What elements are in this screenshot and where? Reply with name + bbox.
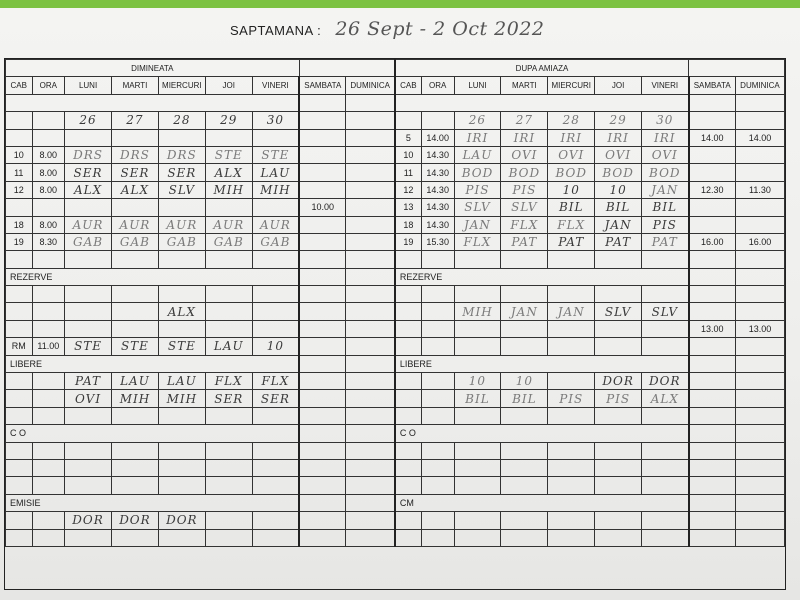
spacer-row (5, 93, 786, 113)
table-row: 18 8.00 AUR AUR AUR AUR AUR 18 14.30 JAN… (5, 215, 786, 234)
co-header-row: C O C O (5, 424, 786, 443)
rezerve-label: REZERVE (5, 267, 300, 287)
col-vineri: VINERI (251, 76, 300, 95)
date-cell-pm: 26 (453, 111, 502, 130)
table-row: 19 8.30 GAB GAB GAB GAB GAB 19 15.30 FLX… (5, 232, 786, 252)
libere-label: LIBERE (5, 354, 300, 374)
column-header-row: CAB ORA LUNI MARTI MIERCURI JOI VINERI S… (5, 76, 786, 95)
schedule-sheet: DIMINEATA DUPA AMIAZA CAB ORA LUNI MARTI… (4, 58, 786, 590)
table-row: DOR DOR DOR (5, 511, 786, 530)
emisie-label: EMISIE (5, 493, 300, 513)
co-label: C O (5, 424, 300, 443)
table-row: 10 8.00 DRS DRS DRS STE STE 10 14.30 LAU… (5, 145, 786, 165)
col-duminica: DUMINICA (345, 76, 396, 95)
col-luni-pm: LUNI (453, 76, 502, 95)
libere-header-row: LIBERE LIBERE (5, 354, 786, 374)
col-sambata: SAMBATA (298, 76, 347, 95)
emisie-cm-header-row: EMISIE CM (5, 493, 786, 513)
col-cab: CAB (5, 76, 33, 95)
col-marti-pm: MARTI (500, 76, 549, 95)
schedule-page: SAPTAMANA : 26 Sept - 2 Oct 2022 DIMINEA… (0, 0, 800, 600)
col-miercuri-pm: MIERCURI (547, 76, 596, 95)
col-ora-pm: ORA (420, 76, 455, 95)
date-cell: 26 (64, 111, 112, 130)
col-miercuri: MIERCURI (157, 76, 206, 95)
table-row: 11 8.00 SER SER SER ALX LAU 11 14.30 BOD… (5, 163, 786, 182)
date-cell-pm: 27 (500, 111, 549, 130)
col-sambata-pm: SAMBATA (687, 76, 736, 95)
table-row: ALX MIH JAN JAN SLV SLV (5, 302, 786, 321)
date-cell: 28 (157, 111, 206, 130)
afternoon-section-title: DUPA AMIAZA (393, 58, 690, 78)
col-joi: JOI (204, 76, 253, 95)
title-week-handwritten: 26 Sept - 2 Oct 2022 (335, 18, 545, 40)
table-row: 10.00 13 14.30 SLV SLV BIL BIL BIL (5, 198, 786, 217)
table-row: 5 14.00 IRI IRI IRI IRI IRI 14.00 14.00 (5, 128, 786, 147)
page-title: SAPTAMANA : 26 Sept - 2 Oct 2022 (230, 18, 545, 40)
table-row: RM 11.00 STE STE STE LAU 10 (5, 337, 786, 356)
cm-label: CM (393, 493, 690, 513)
table-row: 12 8.00 ALX ALX SLV MIH MIH 12 14.30 PIS… (5, 180, 786, 200)
col-ora: ORA (31, 76, 66, 95)
title-label: SAPTAMANA : (230, 23, 322, 38)
table-row: OVI MIH MIH SER SER BIL BIL PIS PIS ALX (5, 389, 786, 408)
col-vineri-pm: VINERI (641, 76, 690, 95)
col-duminica-pm: DUMINICA (734, 76, 786, 95)
table-row: PAT LAU LAU FLX FLX 10 10 DOR DOR (5, 372, 786, 391)
morning-section-title: DIMINEATA (5, 58, 300, 78)
col-cab-pm: CAB (393, 76, 422, 95)
date-cell: 30 (251, 111, 300, 130)
rezerve-header-row: REZERVE REZERVE (5, 267, 786, 287)
col-joi-pm: JOI (594, 76, 643, 95)
top-green-bar (0, 0, 800, 8)
libere-label-pm: LIBERE (393, 354, 690, 374)
date-cell: 29 (204, 111, 253, 130)
section-header-row: DIMINEATA DUPA AMIAZA (5, 58, 785, 78)
dates-row: 26 27 28 29 30 26 27 28 29 30 (5, 111, 786, 130)
rezerve-label-pm: REZERVE (393, 267, 690, 287)
date-cell-pm: 30 (641, 111, 690, 130)
schedule-table: DIMINEATA DUPA AMIAZA CAB ORA LUNI MARTI… (5, 58, 786, 547)
date-cell-pm: 29 (594, 111, 643, 130)
col-marti: MARTI (111, 76, 159, 95)
col-luni: LUNI (64, 76, 112, 95)
date-cell-pm: 28 (547, 111, 596, 130)
co-label-pm: C O (393, 424, 690, 443)
date-cell: 27 (111, 111, 159, 130)
